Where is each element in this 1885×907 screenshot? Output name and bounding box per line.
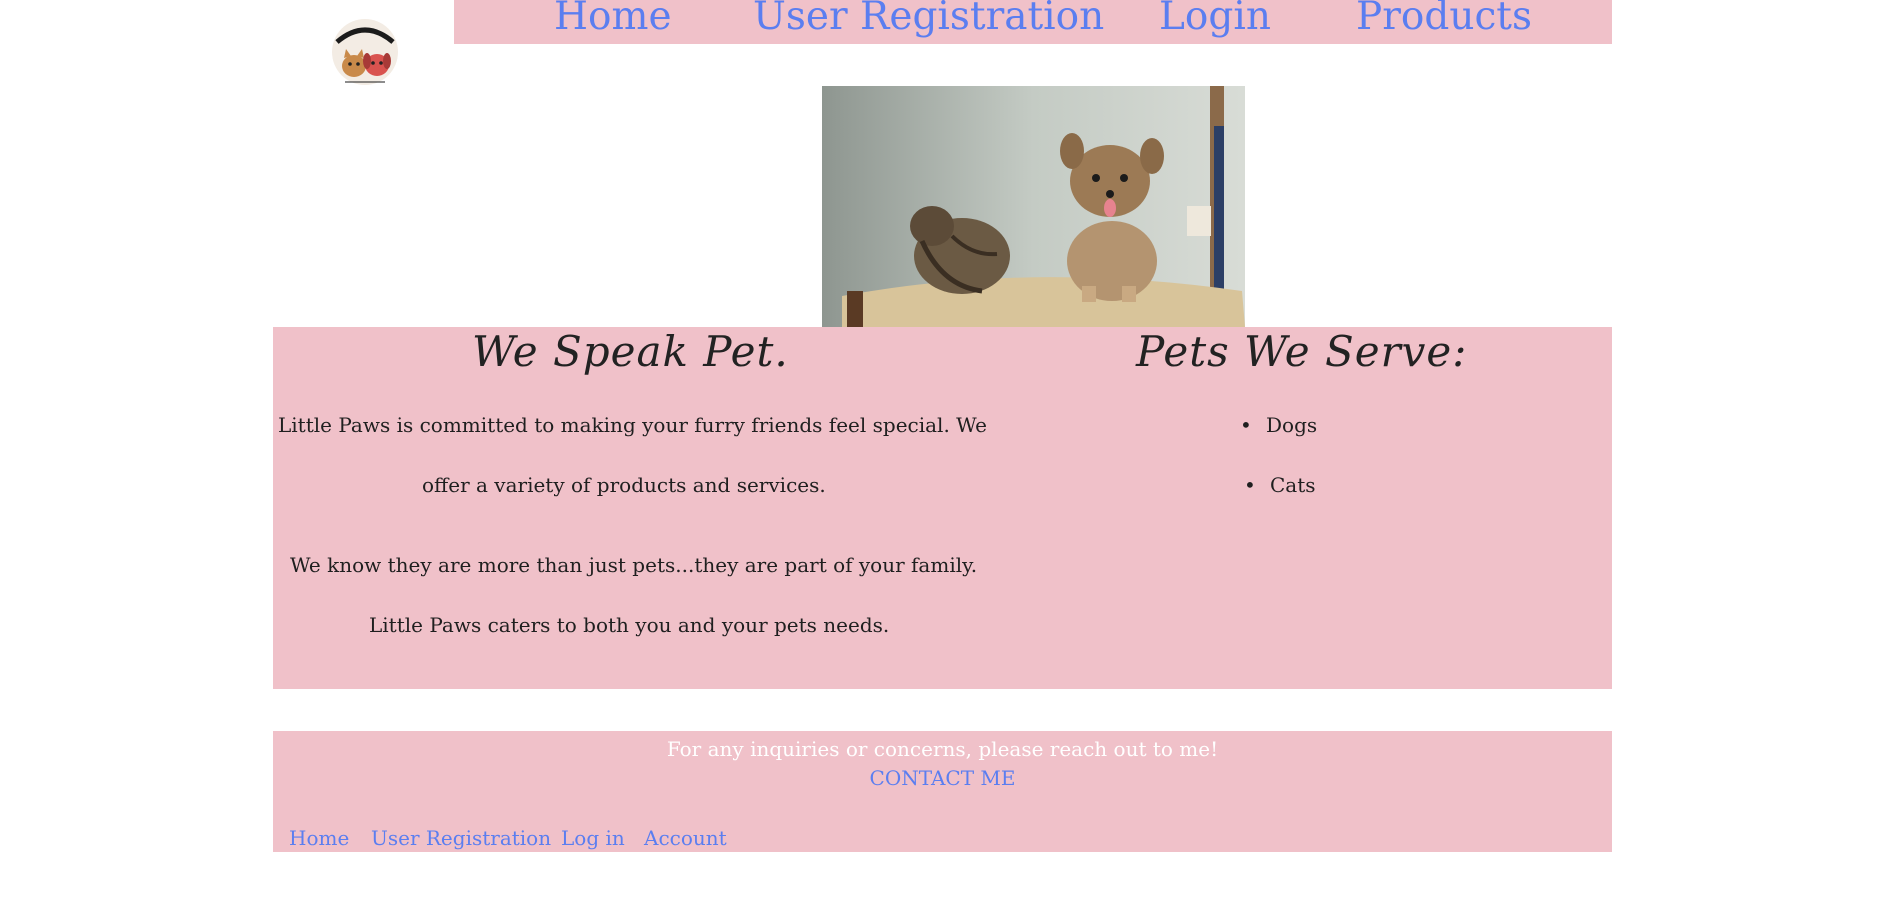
little-paws-logo[interactable] xyxy=(325,16,405,88)
nav-products-link[interactable]: Products xyxy=(1356,0,1532,39)
about-section: We Speak Pet. Little Paws is committed t… xyxy=(273,327,1612,689)
hero-image xyxy=(822,86,1245,327)
pets-list-item: • Dogs xyxy=(1240,413,1318,437)
pets-heading: Pets We Serve: xyxy=(1136,327,1468,376)
nav-user-registration-link[interactable]: User Registration xyxy=(753,0,1104,39)
about-heading: We Speak Pet. xyxy=(472,327,789,376)
footer-account-link[interactable]: Account xyxy=(644,826,727,850)
pets-list-item-label: Dogs xyxy=(1266,413,1318,437)
footer-message: For any inquiries or concerns, please re… xyxy=(666,737,1219,761)
top-navigation: Home User Registration Login Products xyxy=(454,0,1612,44)
about-text-line-1: Little Paws is committed to making your … xyxy=(278,413,987,437)
nav-login-link[interactable]: Login xyxy=(1159,0,1271,39)
footer: For any inquiries or concerns, please re… xyxy=(273,731,1612,852)
pets-list-item: • Cats xyxy=(1244,473,1316,497)
pets-list-item-label: Cats xyxy=(1270,473,1316,497)
contact-me-link[interactable]: CONTACT ME xyxy=(273,766,1612,790)
footer-user-registration-link[interactable]: User Registration xyxy=(371,826,551,850)
bullet-icon: • xyxy=(1244,473,1256,497)
footer-login-link[interactable]: Log in xyxy=(561,826,625,850)
nav-home-link[interactable]: Home xyxy=(554,0,672,39)
about-text-line-3: We know they are more than just pets...t… xyxy=(290,553,978,577)
footer-home-link[interactable]: Home xyxy=(289,826,349,850)
about-text-line-2: offer a variety of products and services… xyxy=(422,473,826,497)
about-text-line-4: Little Paws caters to both you and your … xyxy=(369,613,890,637)
bullet-icon: • xyxy=(1240,413,1252,437)
